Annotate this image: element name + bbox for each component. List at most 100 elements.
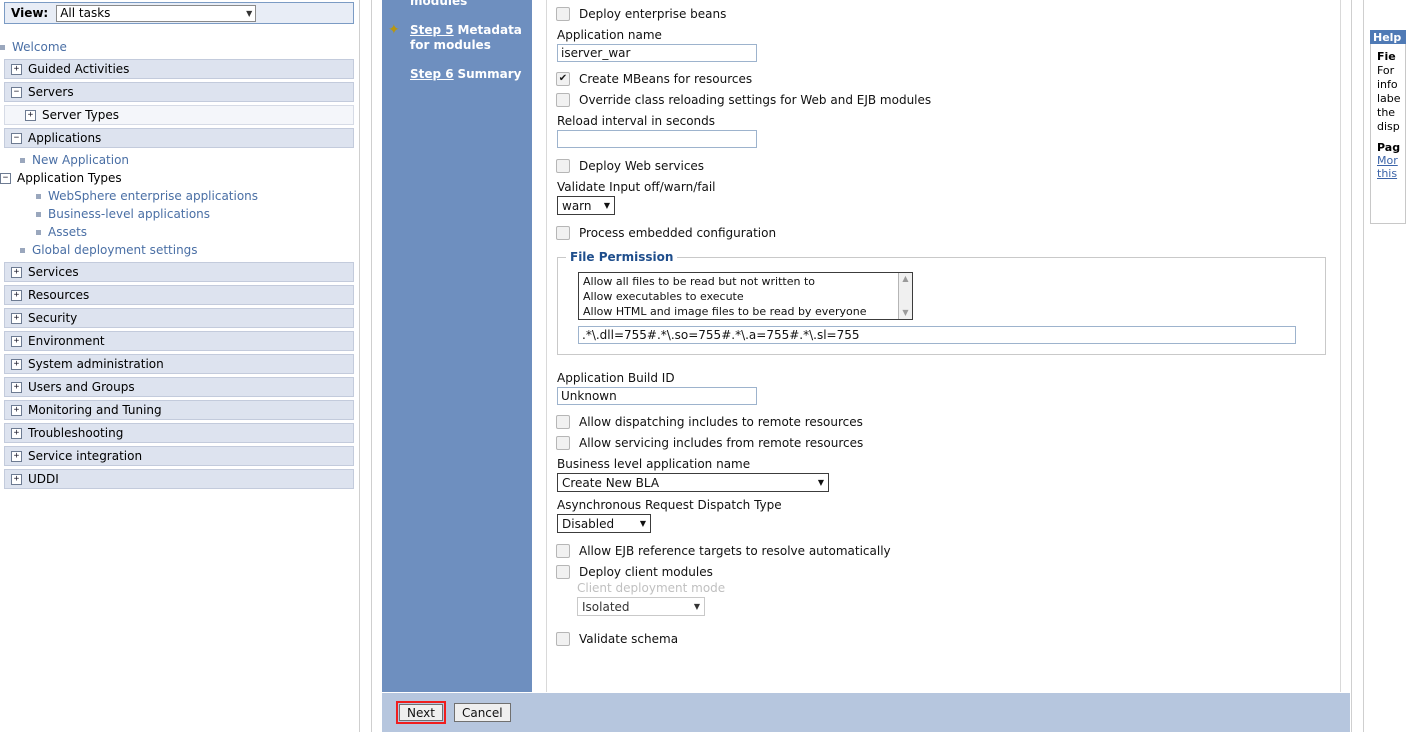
sidebar-group-servers[interactable]: − Servers — [4, 82, 354, 102]
help-link[interactable]: Mor — [1377, 154, 1403, 167]
help-links: Mor this — [1377, 154, 1403, 180]
expand-icon[interactable]: + — [25, 109, 36, 121]
sidebar-item-label[interactable]: Global deployment settings — [32, 243, 198, 257]
sidebar-group-environment[interactable]: + Environment — [4, 331, 354, 351]
sidebar-item-welcome[interactable]: Welcome — [0, 38, 358, 56]
collapse-icon[interactable]: − — [11, 86, 22, 98]
sidebar-group-guided-activities[interactable]: + Guided Activities — [4, 59, 354, 79]
help-splitter[interactable] — [1363, 0, 1364, 732]
sidebar-item-websphere-enterprise-applications[interactable]: WebSphere enterprise applications — [0, 187, 358, 205]
sidebar-item-label[interactable]: WebSphere enterprise applications — [48, 189, 258, 203]
sidebar-group-users-and-groups[interactable]: + Users and Groups — [4, 377, 354, 397]
deploy-web-services-row[interactable]: Deploy Web services — [556, 159, 1330, 173]
application-build-id-input[interactable]: Unknown — [557, 387, 757, 405]
help-link[interactable]: this — [1377, 167, 1403, 180]
expand-icon[interactable]: + — [11, 358, 22, 370]
sidebar-item-assets[interactable]: Assets — [0, 223, 358, 241]
file-permission-option[interactable]: Allow HTML and image files to be read by… — [583, 304, 898, 319]
sidebar-group-label: Services — [28, 265, 79, 279]
sidebar-group-label: Users and Groups — [28, 380, 135, 394]
allow-ejb-reference-checkbox[interactable] — [556, 544, 570, 558]
file-permission-scrollbar[interactable]: ▲ ▼ — [898, 273, 912, 319]
deploy-client-modules-checkbox[interactable] — [556, 565, 570, 579]
next-button[interactable]: Next — [399, 704, 443, 721]
validate-input-select[interactable]: warn ▼ — [557, 196, 615, 215]
file-permission-option[interactable]: Allow executables to execute — [583, 289, 898, 304]
create-mbeans-row[interactable]: Create MBeans for resources — [556, 72, 1330, 86]
sidebar-group-system-administration[interactable]: + System administration — [4, 354, 354, 374]
file-permission-input[interactable]: .*\.dll=755#.*\.so=755#.*\.a=755#.*\.sl=… — [578, 326, 1296, 344]
override-class-reloading-row[interactable]: Override class reloading settings for We… — [556, 93, 1330, 107]
sidebar-item-label[interactable]: Welcome — [12, 40, 67, 54]
nav-splitter-secondary[interactable] — [371, 0, 372, 732]
wizard-step-modules[interactable]: modules — [392, 0, 532, 9]
deploy-enterprise-beans-checkbox[interactable] — [556, 7, 570, 21]
sidebar-group-troubleshooting[interactable]: + Troubleshooting — [4, 423, 354, 443]
allow-dispatching-includes-label: Allow dispatching includes to remote res… — [579, 415, 863, 429]
file-permission-options[interactable]: Allow all files to be read but not writt… — [579, 273, 898, 319]
scroll-down-icon[interactable]: ▼ — [902, 309, 908, 317]
expand-icon[interactable]: + — [11, 289, 22, 301]
async-request-dispatch-type-select[interactable]: Disabled ▼ — [557, 514, 651, 533]
sidebar-item-label[interactable]: Business-level applications — [48, 207, 210, 221]
sidebar-group-applications[interactable]: − Applications — [4, 128, 354, 148]
next-button-highlight: Next — [396, 701, 446, 724]
sidebar-item-global-deployment-settings[interactable]: Global deployment settings — [0, 241, 358, 259]
install-application-wizard: modules ✦ Step 5 Metadata for modules Step … — [382, 0, 1350, 693]
expand-icon[interactable]: + — [11, 427, 22, 439]
sidebar-group-uddi[interactable]: + UDDI — [4, 469, 354, 489]
allow-dispatching-includes-checkbox[interactable] — [556, 415, 570, 429]
validate-schema-checkbox[interactable] — [556, 632, 570, 646]
wizard-step-step-5[interactable]: ✦ Step 5 Metadata for modules — [388, 23, 532, 53]
allow-dispatching-includes-row[interactable]: Allow dispatching includes to remote res… — [556, 415, 1330, 429]
wizard-step-step-6[interactable]: Step 6 Summary — [392, 67, 532, 82]
wizard-step-number[interactable]: Step 5 — [410, 23, 454, 37]
expand-icon[interactable]: + — [11, 63, 22, 75]
expand-icon[interactable]: + — [11, 404, 22, 416]
process-embedded-config-checkbox[interactable] — [556, 226, 570, 240]
expand-icon[interactable]: + — [11, 450, 22, 462]
business-level-app-name-select[interactable]: Create New BLA ▼ — [557, 473, 829, 492]
collapse-icon[interactable]: − — [11, 132, 22, 144]
client-deployment-mode-select[interactable]: Isolated ▼ — [577, 597, 705, 616]
expand-icon[interactable]: + — [11, 266, 22, 278]
expand-icon[interactable]: + — [11, 381, 22, 393]
allow-ejb-reference-row[interactable]: Allow EJB reference targets to resolve a… — [556, 544, 1330, 558]
reload-interval-input[interactable] — [557, 130, 757, 148]
create-mbeans-checkbox[interactable] — [556, 72, 570, 86]
file-permission-option[interactable]: Allow all files to be read but not writt… — [583, 274, 898, 289]
collapse-icon[interactable]: − — [0, 172, 11, 184]
override-class-reloading-checkbox[interactable] — [556, 93, 570, 107]
sidebar-item-business-level-applications[interactable]: Business-level applications — [0, 205, 358, 223]
content-help-splitter[interactable] — [1351, 0, 1352, 732]
expand-icon[interactable]: + — [11, 312, 22, 324]
deploy-web-services-checkbox[interactable] — [556, 159, 570, 173]
allow-servicing-includes-checkbox[interactable] — [556, 436, 570, 450]
sidebar-group-service-integration[interactable]: + Service integration — [4, 446, 354, 466]
sidebar-group-label: Server Types — [42, 108, 119, 122]
deploy-client-modules-row[interactable]: Deploy client modules — [556, 565, 1330, 579]
sidebar-group-application-types[interactable]: − Application Types — [0, 169, 358, 187]
deploy-enterprise-beans-row[interactable]: Deploy enterprise beans — [556, 7, 1330, 21]
file-permission-listbox[interactable]: Allow all files to be read but not writt… — [578, 272, 913, 320]
sidebar-group-services[interactable]: + Services — [4, 262, 354, 282]
sidebar-item-label[interactable]: Assets — [48, 225, 87, 239]
view-select[interactable]: All tasks ▼ — [56, 4, 257, 22]
sidebar-group-resources[interactable]: + Resources — [4, 285, 354, 305]
sidebar-item-label[interactable]: New Application — [32, 153, 129, 167]
nav-splitter[interactable] — [359, 0, 360, 732]
expand-icon[interactable]: + — [11, 473, 22, 485]
sidebar-group-security[interactable]: + Security — [4, 308, 354, 328]
cancel-button[interactable]: Cancel — [453, 703, 511, 722]
sidebar-group-monitoring-and-tuning[interactable]: + Monitoring and Tuning — [4, 400, 354, 420]
validate-schema-row[interactable]: Validate schema — [556, 632, 1330, 646]
process-embedded-config-row[interactable]: Process embedded configuration — [556, 226, 1330, 240]
sidebar-group-server-types[interactable]: + Server Types — [4, 105, 354, 125]
application-name-input[interactable]: iserver_war — [557, 44, 757, 62]
expand-icon[interactable]: + — [11, 335, 22, 347]
wizard-step-number[interactable]: Step 6 — [410, 67, 454, 81]
scroll-up-icon[interactable]: ▲ — [902, 275, 908, 283]
sidebar-item-new-application[interactable]: New Application — [0, 151, 358, 169]
view-label: View: — [11, 6, 49, 20]
allow-servicing-includes-row[interactable]: Allow servicing includes from remote res… — [556, 436, 1330, 450]
